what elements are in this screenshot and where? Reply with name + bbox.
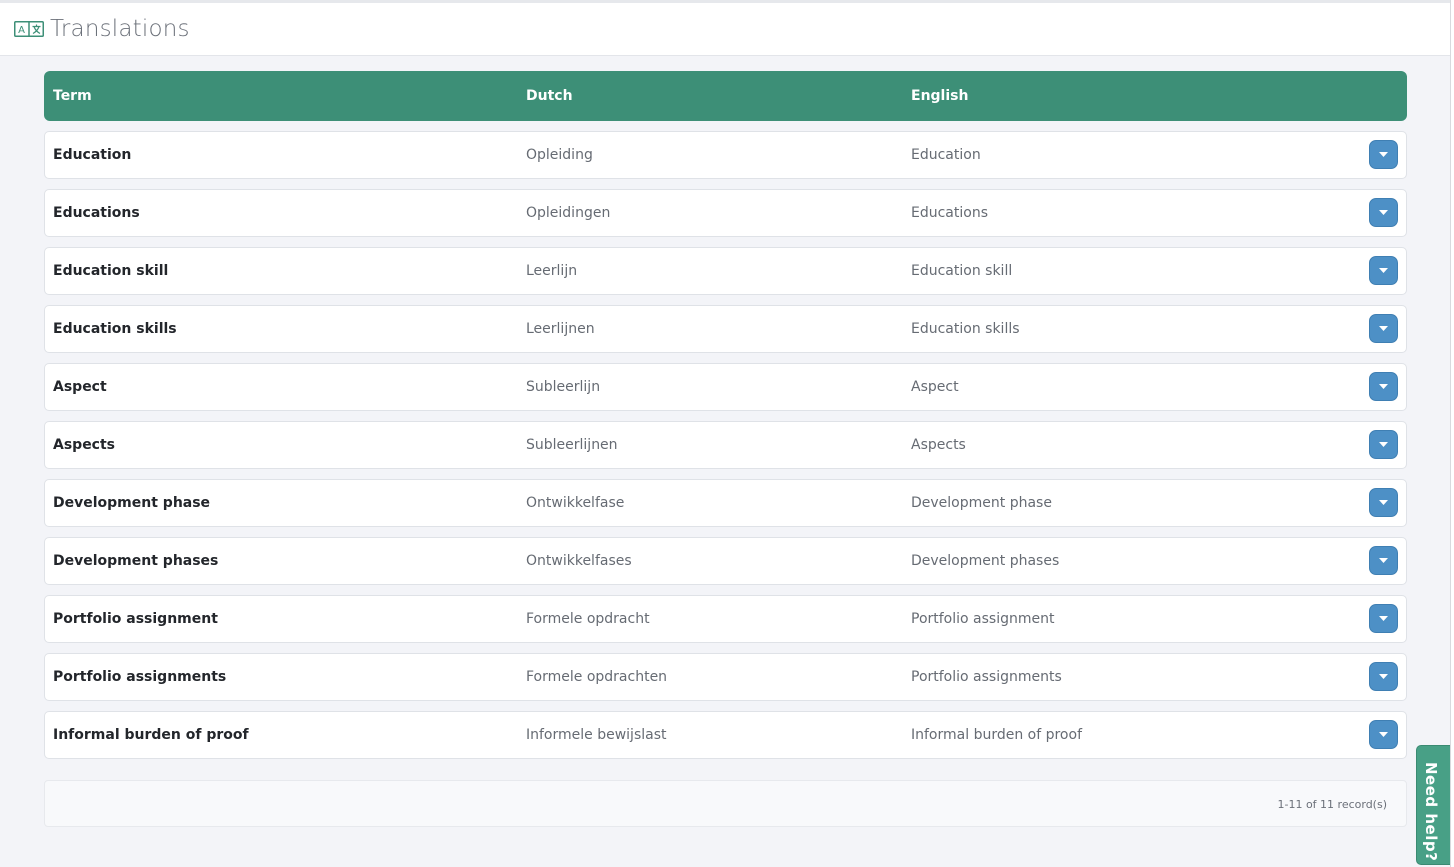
table-row: Education Opleiding Education (44, 131, 1407, 179)
term-cell: Educations (53, 205, 140, 221)
caret-down-icon (1379, 384, 1388, 389)
dutch-cell: Ontwikkelfase (526, 495, 625, 511)
dutch-cell: Informele bewijslast (526, 727, 667, 743)
caret-down-icon (1379, 268, 1388, 273)
caret-down-icon (1379, 732, 1388, 737)
term-cell: Development phase (53, 495, 211, 511)
table-header: Term Dutch English (44, 71, 1407, 121)
table-footer: 1-11 of 11 record(s) (44, 780, 1407, 827)
record-count: 1-11 of 11 record(s) (1277, 798, 1387, 811)
row-actions-button[interactable] (1369, 198, 1398, 227)
term-cell: Portfolio assignments (53, 669, 227, 685)
row-actions-button[interactable] (1369, 256, 1398, 285)
caret-down-icon (1379, 616, 1388, 621)
english-cell: Development phase (911, 495, 1052, 511)
table-row: Development phase Ontwikkelfase Developm… (44, 479, 1407, 527)
english-cell: Aspect (911, 379, 959, 395)
row-actions-button[interactable] (1369, 372, 1398, 401)
column-header-dutch[interactable]: Dutch (526, 71, 573, 121)
need-help-label: Need help? (1422, 762, 1440, 862)
table-row: Portfolio assignment Formele opdracht Po… (44, 595, 1407, 643)
row-actions-button[interactable] (1369, 662, 1398, 691)
dutch-cell: Formele opdracht (526, 611, 650, 627)
term-cell: Education skill (53, 263, 169, 279)
translate-icon: A (14, 21, 44, 37)
english-cell: Education skill (911, 263, 1013, 279)
row-actions-button[interactable] (1369, 314, 1398, 343)
table-row: Informal burden of proof Informele bewij… (44, 711, 1407, 759)
dutch-cell: Opleiding (526, 147, 593, 163)
english-cell: Portfolio assignment (911, 611, 1055, 627)
caret-down-icon (1379, 674, 1388, 679)
english-cell: Education (911, 147, 981, 163)
english-cell: Development phases (911, 553, 1060, 569)
dutch-cell: Subleerlijn (526, 379, 601, 395)
column-header-term[interactable]: Term (53, 71, 92, 121)
caret-down-icon (1379, 500, 1388, 505)
row-actions-button[interactable] (1369, 604, 1398, 633)
english-cell: Portfolio assignments (911, 669, 1062, 685)
english-cell: Education skills (911, 321, 1020, 337)
table-row: Education skills Leerlijnen Education sk… (44, 305, 1407, 353)
dutch-cell: Formele opdrachten (526, 669, 668, 685)
term-cell: Portfolio assignment (53, 611, 218, 627)
term-cell: Aspects (53, 437, 116, 453)
term-cell: Informal burden of proof (53, 727, 249, 743)
english-cell: Educations (911, 205, 988, 221)
window-edge (1450, 0, 1454, 867)
table-row: Aspect Subleerlijn Aspect (44, 363, 1407, 411)
dutch-cell: Leerlijn (526, 263, 578, 279)
table-row: Education skill Leerlijn Education skill (44, 247, 1407, 295)
row-actions-button[interactable] (1369, 546, 1398, 575)
dutch-cell: Subleerlijnen (526, 437, 618, 453)
table-row: Educations Opleidingen Educations (44, 189, 1407, 237)
table-row: Development phases Ontwikkelfases Develo… (44, 537, 1407, 585)
caret-down-icon (1379, 326, 1388, 331)
row-actions-button[interactable] (1369, 430, 1398, 459)
dutch-cell: Opleidingen (526, 205, 611, 221)
page-header: A Translations (0, 3, 1451, 56)
table-row: Portfolio assignments Formele opdrachten… (44, 653, 1407, 701)
term-cell: Development phases (53, 553, 219, 569)
row-actions-button[interactable] (1369, 140, 1398, 169)
row-actions-button[interactable] (1369, 488, 1398, 517)
dutch-cell: Leerlijnen (526, 321, 595, 337)
english-cell: Informal burden of proof (911, 727, 1082, 743)
dutch-cell: Ontwikkelfases (526, 553, 632, 569)
caret-down-icon (1379, 558, 1388, 563)
need-help-button[interactable]: Need help? (1416, 745, 1451, 865)
english-cell: Aspects (911, 437, 966, 453)
term-cell: Education (53, 147, 132, 163)
page-title: Translations (50, 16, 190, 42)
caret-down-icon (1379, 210, 1388, 215)
column-header-english[interactable]: English (911, 71, 968, 121)
term-cell: Aspect (53, 379, 107, 395)
table-row: Aspects Subleerlijnen Aspects (44, 421, 1407, 469)
svg-text:A: A (18, 25, 25, 36)
row-actions-button[interactable] (1369, 720, 1398, 749)
term-cell: Education skills (53, 321, 177, 337)
caret-down-icon (1379, 442, 1388, 447)
caret-down-icon (1379, 152, 1388, 157)
